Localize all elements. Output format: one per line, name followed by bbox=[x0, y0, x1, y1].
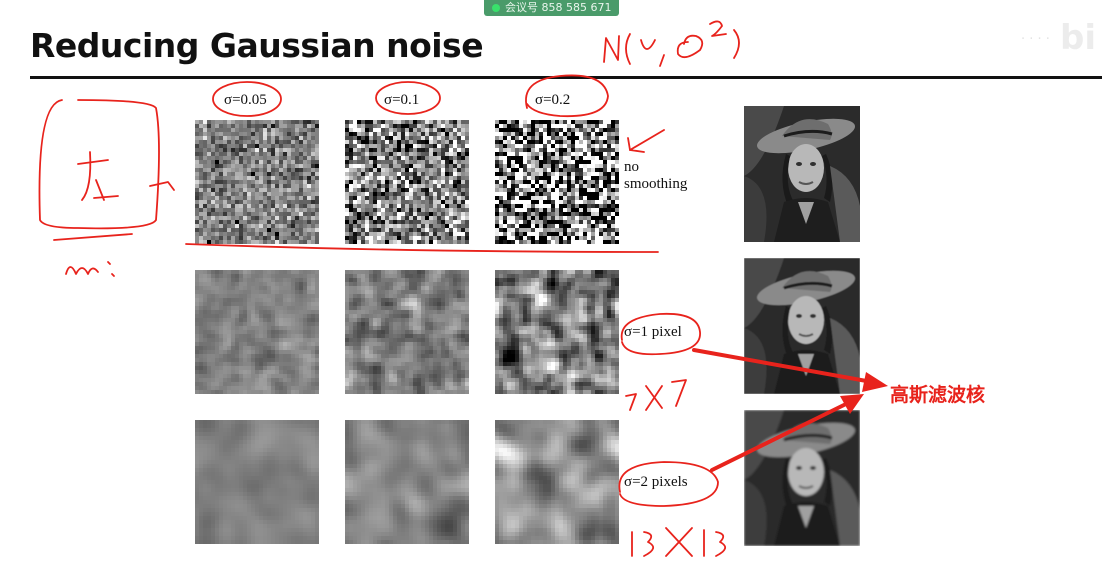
meeting-id-badge[interactable]: 会议号 858 585 671 bbox=[484, 0, 620, 16]
noise-tile-r0-c1 bbox=[345, 120, 469, 244]
noise-tile-image bbox=[345, 420, 469, 544]
noise-tile-image bbox=[495, 270, 619, 394]
column-label-sigma-01: σ=0.1 bbox=[384, 92, 420, 108]
title-note-stroke bbox=[603, 35, 620, 63]
noise-tile-r1-c1 bbox=[345, 270, 469, 394]
gaussian-kernel-annotation: 高斯滤波核 bbox=[890, 384, 986, 406]
portrait-woman-with-hat-picture bbox=[744, 410, 860, 546]
noise-tile-r0-c2 bbox=[495, 120, 619, 244]
noise-tile-r1-c0 bbox=[195, 270, 319, 394]
noise-tile-image bbox=[195, 270, 319, 394]
column-label-sigma-005: σ=0.05 bbox=[224, 92, 267, 108]
noise-tile-image bbox=[195, 420, 319, 544]
slide-title: Reducing Gaussian noise bbox=[30, 26, 484, 65]
row-label-sigma-2: σ=2 pixels bbox=[624, 474, 688, 490]
noise-tile-image bbox=[495, 420, 619, 544]
noise-tile-image bbox=[345, 270, 469, 394]
noise-tile-r2-c2 bbox=[495, 420, 619, 544]
slide-caption-partial bbox=[0, 567, 1102, 583]
portrait-woman-with-hat-picture bbox=[744, 106, 860, 242]
noise-tile-image bbox=[345, 120, 469, 244]
portrait-image-smoothed-2 bbox=[744, 410, 860, 546]
portrait-image-smoothed-1 bbox=[744, 258, 860, 394]
noise-tile-r2-c0 bbox=[195, 420, 319, 544]
column-label-sigma-02: σ=0.2 bbox=[535, 92, 571, 108]
noise-tile-r1-c2 bbox=[495, 270, 619, 394]
portrait-image-noisy bbox=[744, 106, 860, 242]
row-label-no-smoothing: no smoothing bbox=[624, 159, 688, 192]
noise-tile-image bbox=[495, 120, 619, 244]
title-divider bbox=[30, 76, 1102, 79]
meeting-id-text: 会议号 858 585 671 bbox=[505, 1, 612, 14]
noise-tile-r2-c1 bbox=[345, 420, 469, 544]
portrait-woman-with-hat-picture bbox=[744, 258, 860, 394]
noise-tile-image bbox=[195, 120, 319, 244]
bilibili-watermark-logo: · · · · bi bbox=[1020, 18, 1096, 58]
noise-tile-r0-c0 bbox=[195, 120, 319, 244]
row-label-sigma-1: σ=1 pixel bbox=[624, 324, 682, 340]
recording-indicator-icon bbox=[492, 4, 500, 12]
